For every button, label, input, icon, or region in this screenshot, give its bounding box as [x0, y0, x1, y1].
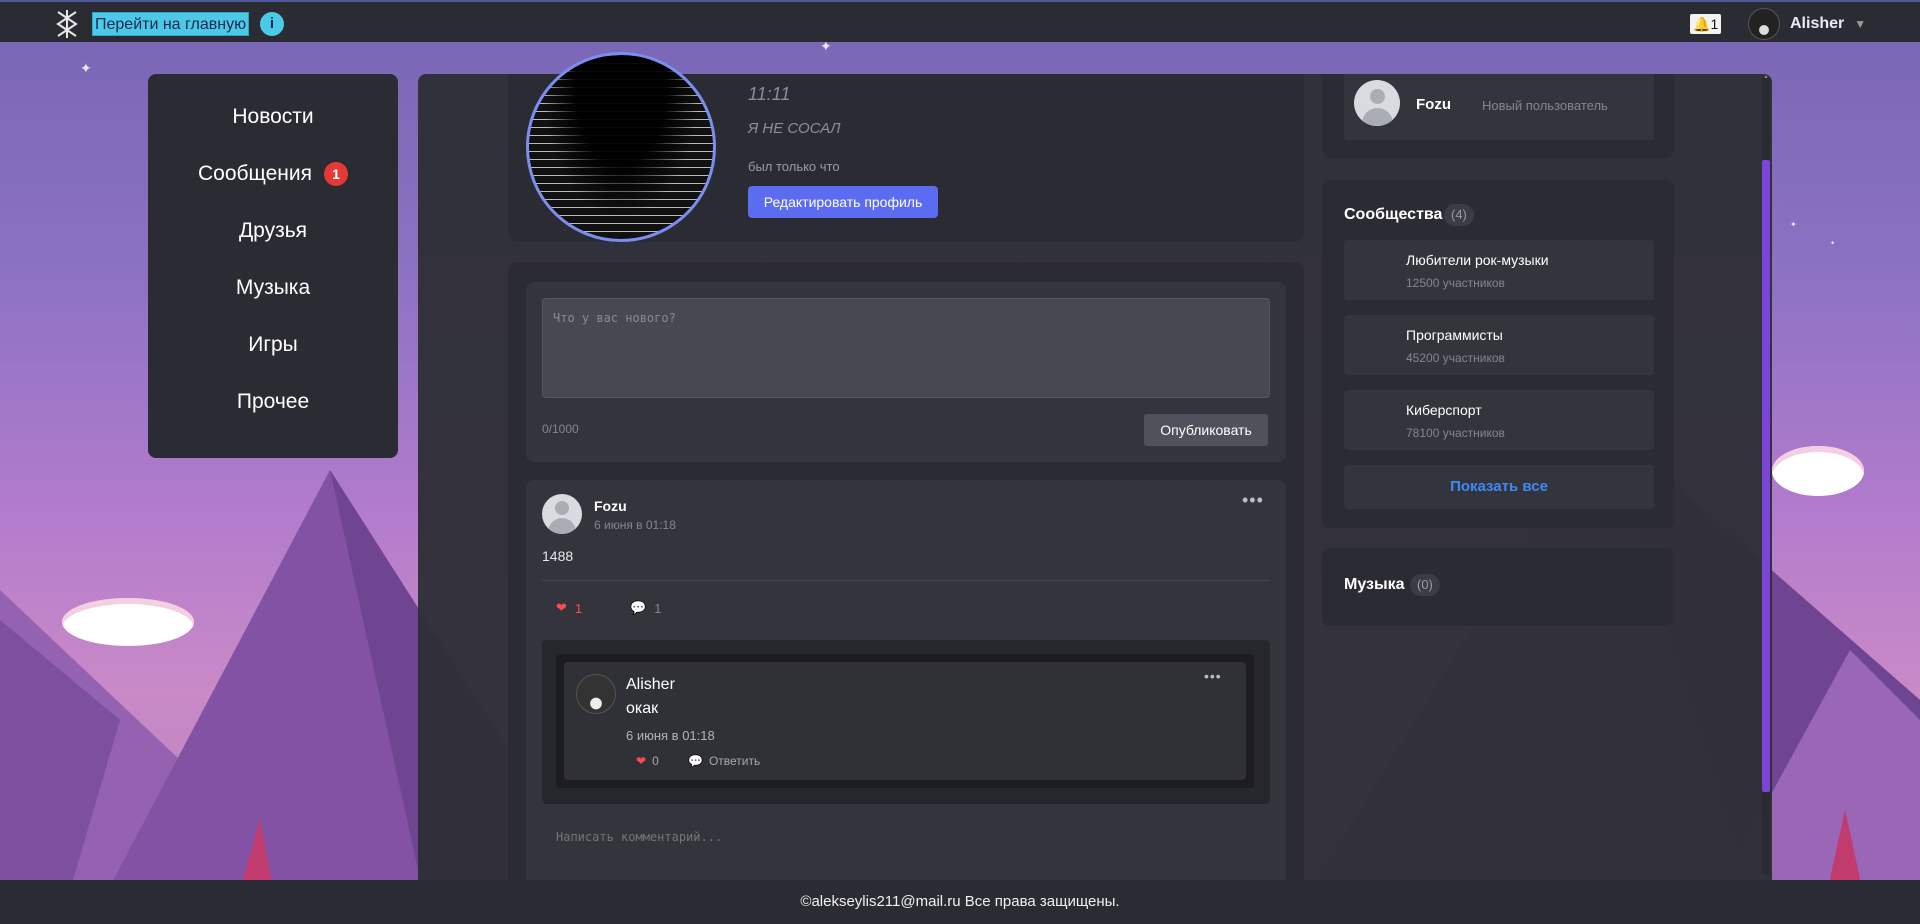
user-name: Alisher	[1790, 15, 1845, 32]
profile-status: Я НЕ СОСАЛ	[748, 120, 841, 137]
comment-count: 1	[654, 600, 662, 616]
music-count: (0)	[1410, 574, 1440, 596]
feed: 0/1000 Опубликовать Fozu 6 июня в 01:18 …	[508, 262, 1304, 900]
info-button[interactable]: i	[260, 12, 284, 36]
like-count: 1	[574, 600, 583, 616]
friends-card: Fozu Новый пользователь	[1322, 74, 1674, 158]
communities-title[interactable]: Сообщества	[1344, 206, 1442, 224]
nav-item-news[interactable]: Новости	[148, 88, 398, 145]
comment-text: окак	[626, 700, 659, 717]
notifications-button[interactable]: 🔔1	[1690, 14, 1722, 34]
comment-date: 6 июня в 01:18	[626, 728, 715, 743]
nav-item-label: Прочее	[236, 389, 310, 413]
comment-icon: 💬	[688, 754, 703, 768]
post-text: 1488	[542, 548, 574, 564]
avatar[interactable]	[576, 674, 616, 714]
friend-role: Новый пользователь	[1482, 98, 1608, 113]
avatar	[1354, 80, 1400, 126]
show-all-button[interactable]: Показать все	[1344, 465, 1654, 509]
post-author[interactable]: Fozu	[594, 498, 627, 514]
profile-card: 11:11 Я НЕ СОСАЛ был только что Редактир…	[508, 52, 1304, 242]
community-item[interactable]: Киберспорт 78100 участников	[1344, 390, 1654, 450]
community-members: 78100 участников	[1406, 426, 1505, 440]
user-menu[interactable]: Alisher ▼	[1748, 8, 1866, 40]
friend-name: Fozu	[1416, 96, 1451, 113]
reply-button[interactable]: 💬 Ответить	[688, 754, 760, 768]
divider	[542, 580, 1270, 581]
post-composer: 0/1000 Опубликовать	[526, 282, 1286, 462]
nav-item-label: Сообщения	[198, 161, 312, 185]
community-name: Программисты	[1406, 327, 1503, 343]
notifications-count: 1	[1710, 16, 1719, 32]
comment-button[interactable]: 💬 1	[630, 600, 661, 616]
star-icon: ✦	[1830, 241, 1836, 247]
footer-text: ©alekseylis211@mail.ru Все права защищен…	[800, 893, 1120, 910]
edit-profile-button[interactable]: Редактировать профиль	[748, 186, 938, 218]
avatar	[1748, 8, 1780, 40]
friend-item[interactable]: Fozu Новый пользователь	[1344, 74, 1654, 140]
unread-badge: 1	[323, 161, 348, 186]
more-options-icon[interactable]: •••	[1242, 490, 1264, 511]
post-date: 6 июня в 01:18	[594, 518, 676, 532]
comment-input[interactable]	[556, 830, 1256, 844]
post: Fozu 6 июня в 01:18 ••• 1488 ❤ 1 💬 1 Alish…	[526, 480, 1286, 900]
star-icon: ✦	[1790, 220, 1797, 229]
nav-item-music[interactable]: Музыка	[148, 259, 398, 316]
communities-card: Сообщества (4) Любители рок-музыки 12500…	[1322, 180, 1674, 528]
footer: ©alekseylis211@mail.ru Все права защищен…	[0, 880, 1920, 924]
community-item[interactable]: Любители рок-музыки 12500 участников	[1344, 240, 1654, 300]
community-members: 45200 участников	[1406, 351, 1505, 365]
more-options-icon[interactable]: •••	[1204, 668, 1222, 684]
nav-item-label: Новости	[232, 104, 314, 128]
scrollbar[interactable]	[1762, 78, 1770, 874]
bell-icon: 🔔	[1693, 16, 1711, 32]
star-icon: ✦	[80, 60, 92, 76]
music-title[interactable]: Музыка	[1344, 576, 1405, 594]
like-button[interactable]: ❤ 1	[556, 600, 582, 616]
profile-avatar[interactable]	[526, 52, 716, 242]
scrollbar-thumb[interactable]	[1762, 160, 1770, 792]
comments-section: Alisher окак 6 июня в 01:18 ••• ❤ 0 💬 Отве…	[542, 640, 1270, 804]
logo-icon[interactable]	[54, 8, 80, 40]
nav-item-label: Игры	[248, 332, 298, 356]
chevron-down-icon: ▼	[1854, 17, 1867, 31]
community-item[interactable]: Программисты 45200 участников	[1344, 315, 1654, 375]
cloud-decoration	[62, 598, 194, 646]
communities-count: (4)	[1444, 204, 1474, 226]
comment-author[interactable]: Alisher	[626, 676, 675, 694]
comment-body: Alisher окак 6 июня в 01:18 ••• ❤ 0 💬 Отве…	[564, 662, 1246, 780]
nav-item-messages[interactable]: Сообщения 1	[148, 145, 398, 202]
comment: Alisher окак 6 июня в 01:18 ••• ❤ 0 💬 Отве…	[556, 654, 1254, 788]
music-card: Музыка (0)	[1322, 548, 1674, 626]
heart-icon: ❤	[556, 600, 567, 615]
nav-item-label: Друзья	[238, 218, 308, 242]
heart-icon: ❤	[636, 754, 647, 768]
publish-button[interactable]: Опубликовать	[1144, 414, 1268, 446]
comment-like-button[interactable]: ❤ 0	[636, 754, 659, 768]
comment-like-count: 0	[652, 754, 659, 768]
left-navigation: Новости Сообщения 1 Друзья Музыка Игры Пр…	[148, 74, 398, 458]
reply-label: Ответить	[708, 754, 761, 768]
cloud-decoration	[1772, 446, 1864, 496]
char-counter: 0/1000	[542, 422, 579, 436]
community-name: Киберспорт	[1406, 402, 1482, 418]
nav-item-other[interactable]: Прочее	[148, 373, 398, 430]
community-name: Любители рок-музыки	[1406, 252, 1549, 268]
nav-item-games[interactable]: Игры	[148, 316, 398, 373]
post-input[interactable]	[542, 298, 1270, 398]
top-bar: Перейти на главную i 🔔1 Alisher ▼	[0, 0, 1920, 42]
last-seen: был только что	[748, 159, 840, 174]
nav-item-label: Музыка	[235, 275, 311, 299]
avatar[interactable]	[542, 494, 582, 534]
home-link[interactable]: Перейти на главную	[92, 12, 250, 36]
community-members: 12500 участников	[1406, 276, 1505, 290]
nav-item-friends[interactable]: Друзья	[148, 202, 398, 259]
profile-time: 11:11	[748, 84, 791, 104]
comment-icon: 💬	[630, 600, 647, 615]
